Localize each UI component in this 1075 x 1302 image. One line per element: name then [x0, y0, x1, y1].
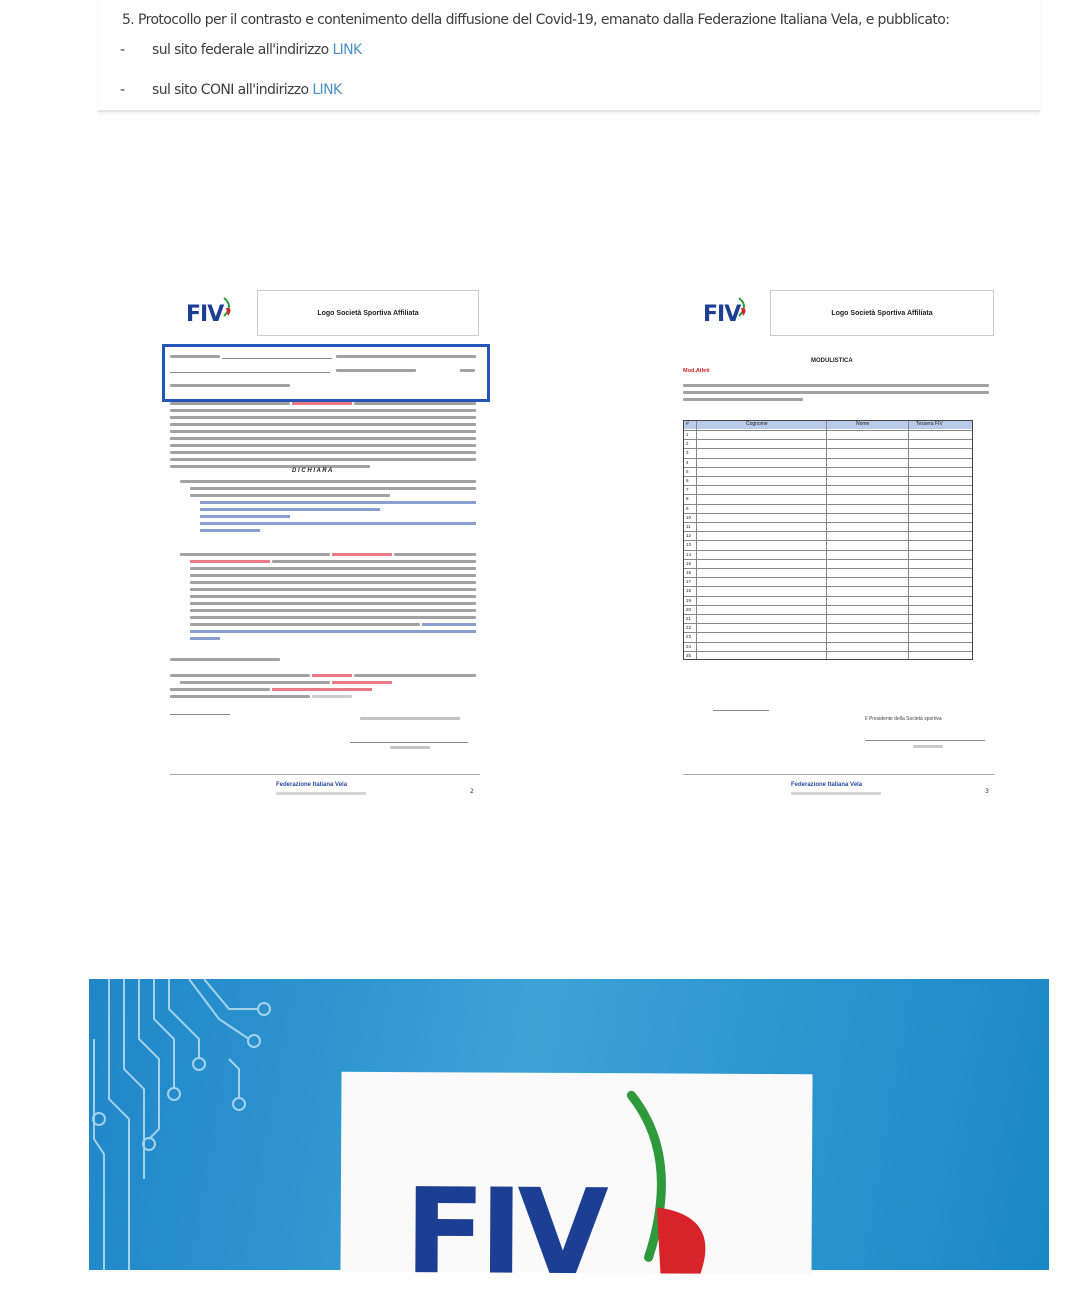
row-number: 21 — [686, 616, 692, 621]
row-number: 15 — [686, 560, 692, 566]
table-row — [684, 522, 972, 523]
row-number: 7 — [686, 487, 689, 493]
mod-atleti-subtitle: Mod.Atleti — [683, 368, 710, 374]
circuit-lines-decoration — [92, 979, 271, 1270]
table-row — [684, 577, 972, 579]
table-row — [684, 512, 972, 514]
protocol-item-5: 5. Protocollo per il contrasto e conteni… — [122, 12, 950, 28]
row-number: 22 — [686, 625, 692, 631]
coni-link[interactable]: LINK — [312, 82, 342, 98]
table-row — [684, 586, 972, 588]
row-number: 14 — [686, 551, 692, 557]
col-cognome-header: Cognome — [746, 421, 768, 427]
row-number: 2 — [686, 441, 689, 447]
society-logo-box: Logo Società Sportiva Affiliata — [770, 290, 994, 336]
table-row — [684, 614, 972, 615]
table-row — [684, 503, 972, 505]
table-row — [684, 641, 972, 643]
row-number: 19 — [686, 597, 692, 603]
federal-link[interactable]: LINK — [332, 42, 362, 58]
table-row — [684, 457, 972, 459]
table-row — [684, 650, 972, 652]
document-page-declaration: FIV Logo Società Sportiva Affiliata D I … — [160, 280, 490, 820]
fiv-sail-icon — [626, 1090, 706, 1274]
table-row — [684, 549, 972, 551]
bullet-federal-label: sul sito federale all'indirizzo — [152, 42, 329, 58]
row-number: 20 — [686, 606, 692, 612]
page1-footer: Federazione Italiana Vela — [276, 782, 348, 788]
page1-number: 2 — [470, 788, 474, 795]
highlight-box — [162, 344, 490, 402]
table-row — [684, 558, 972, 560]
page2-number: 3 — [985, 788, 989, 795]
page2-footer: Federazione Italiana Vela — [791, 782, 863, 788]
table-row — [684, 430, 972, 431]
row-number: 13 — [686, 542, 692, 548]
table-row — [684, 494, 972, 496]
col-nome-header: Nome — [856, 421, 870, 427]
row-number: 18 — [686, 588, 692, 594]
row-number: 6 — [686, 478, 689, 483]
table-row — [684, 595, 972, 597]
table-row — [684, 604, 972, 606]
table-row — [684, 632, 972, 634]
fiv-sail-icon — [738, 297, 746, 317]
row-number: 25 — [686, 652, 692, 658]
protocol-text-panel: 5. Protocollo per il contrasto e conteni… — [98, 0, 1040, 112]
bullet-federal-site: sul sito federale all'indirizzo LINK — [152, 42, 362, 58]
row-number: 16 — [686, 570, 692, 575]
fiv-logo-card: FIV — [340, 1071, 813, 1301]
row-number: 4 — [686, 459, 689, 465]
row-number: 11 — [686, 524, 691, 529]
athletes-table: # Cognome Nome Tessera FIV 1 2 3 4 5 6 7 8 9 10 11… — [683, 420, 973, 660]
table-row — [684, 476, 972, 477]
table-row — [684, 623, 972, 625]
table-row — [684, 531, 972, 533]
row-number: 17 — [686, 579, 692, 585]
table-row — [684, 540, 972, 542]
table-row — [684, 485, 972, 487]
row-number: 23 — [686, 634, 692, 640]
bullet-coni-site: sul sito CONI all'indirizzo LINK — [152, 82, 342, 98]
table-row — [684, 439, 972, 441]
fiv-sail-icon — [223, 297, 231, 317]
row-number: 12 — [686, 533, 692, 539]
table-row — [684, 466, 972, 468]
row-number: 8 — [686, 496, 689, 502]
table-row — [684, 568, 972, 569]
society-logo-box: Logo Società Sportiva Affiliata — [257, 290, 479, 336]
declaration-heading: D I C H I A R A — [292, 468, 333, 474]
bullet-dash: - — [120, 42, 125, 58]
table-row — [684, 448, 972, 450]
bullet-coni-label: sul sito CONI all'indirizzo — [152, 82, 309, 98]
col-tessera-header: Tessera FIV — [916, 421, 943, 427]
col-number-header: # — [686, 421, 689, 427]
bullet-dash: - — [120, 82, 125, 98]
row-number: 1 — [686, 432, 689, 437]
document-page-modulistica: FIV Logo Società Sportiva Affiliata MODU… — [675, 280, 1005, 820]
row-number: 5 — [686, 468, 689, 474]
row-number: 9 — [686, 505, 689, 511]
banner-fiv-logo: FIV — [404, 1162, 603, 1302]
row-number: 3 — [686, 450, 689, 456]
row-number: 10 — [686, 514, 692, 520]
president-signature-label: Il Presidente della Società sportiva — [865, 716, 942, 722]
modulistica-title: MODULISTICA — [811, 358, 853, 364]
row-number: 24 — [686, 643, 692, 649]
